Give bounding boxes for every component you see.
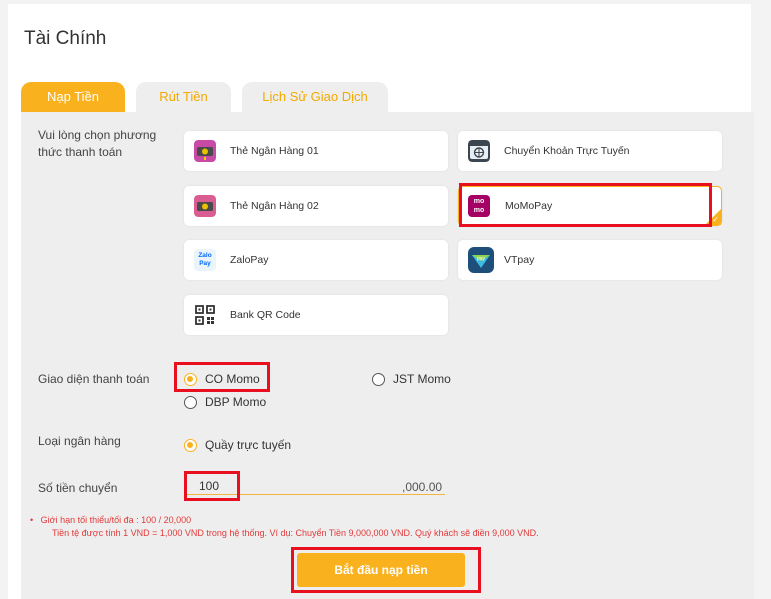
vtpay-logo-text: pay [477,256,486,262]
payment-method-label: Vui lòng chọn phương thức thanh toán [38,128,157,159]
check-icon: ✓ [712,215,719,224]
tab-deposit[interactable]: Nạp Tiền [21,82,125,112]
momo-logo-text: mo mo [468,195,490,217]
page-title: Tài Chính [24,28,107,49]
payment-method-label: VTpay [504,254,535,266]
bank-card-icon [194,140,216,162]
tab-transaction-history[interactable]: Lịch Sử Giao Dịch [242,82,388,112]
amount-label: Số tiền chuyển [38,481,118,495]
payment-method-bank-card-02[interactable]: Thẻ Ngân Hàng 02 [184,186,448,226]
qr-code-icon [194,304,216,326]
note-bullet: • [30,515,34,525]
radio-label: CO Momo [205,372,260,386]
bank-type-label: Loại ngân hàng [38,434,121,448]
payment-method-zalopay[interactable]: Zalo Pay ZaloPay [184,240,448,280]
limit-note-text: Giới hạn tối thiểu/tối đa : 100 / 20,000 [40,515,192,525]
zalopay-logo-icon: Zalo Pay [194,249,216,271]
payment-interface-label: Giao diện thanh toán [38,372,150,386]
payment-method-label: Thẻ Ngân Hàng 01 [230,145,319,157]
radio-online-counter[interactable]: Quầy trực tuyến [184,438,291,452]
momo-logo-icon: mo mo [468,195,490,217]
radio-dbp-momo[interactable]: DBP Momo [184,395,266,409]
payment-method-label: MoMoPay [505,200,553,212]
radio-jst-momo[interactable]: JST Momo [372,372,451,386]
payment-method-momopay[interactable]: mo mo MoMoPay ✓ [458,186,722,226]
start-deposit-button[interactable]: Bắt đầu nạp tiền [297,553,465,587]
bank-card-icon [194,195,216,217]
payment-method-bank-qr-code[interactable]: Bank QR Code [184,295,448,335]
radio-label: DBP Momo [205,395,267,409]
radio-checked-icon [184,438,197,452]
amount-underline [185,494,445,495]
payment-method-label: Bank QR Code [230,309,301,321]
zalopay-logo-text: Zalo Pay [194,249,216,271]
radio-unchecked-icon [184,395,197,409]
payment-method-label: Thẻ Ngân Hàng 02 [230,200,319,212]
payment-method-bank-card-01[interactable]: Thẻ Ngân Hàng 01 [184,131,448,171]
payment-method-online-transfer[interactable]: Chuyển Khoản Trực Tuyến [458,131,722,171]
amount-input[interactable] [187,478,259,494]
radio-label: JST Momo [393,372,451,386]
tab-withdraw[interactable]: Rút Tiền [136,82,231,112]
payment-method-vtpay[interactable]: pay VTpay [458,240,722,280]
vtpay-logo-icon: pay [468,247,494,273]
payment-method-label: ZaloPay [230,254,269,266]
payment-method-label: Chuyển Khoản Trực Tuyến [504,145,630,157]
online-transfer-icon [468,140,490,162]
limit-note: • Giới hạn tối thiểu/tối đa : 100 / 20,0… [30,515,191,525]
amount-suffix: ,000.00 [402,480,443,494]
currency-note: Tiền tệ được tính 1 VND = 1,000 VND tron… [52,528,539,538]
tabs-bar: Nạp Tiền Rút Tiền Lịch Sử Giao Dịch [21,82,754,112]
radio-co-momo[interactable]: CO Momo [184,372,260,386]
radio-unchecked-icon [372,372,385,386]
radio-checked-icon [184,372,197,386]
radio-label: Quầy trực tuyến [205,438,292,452]
